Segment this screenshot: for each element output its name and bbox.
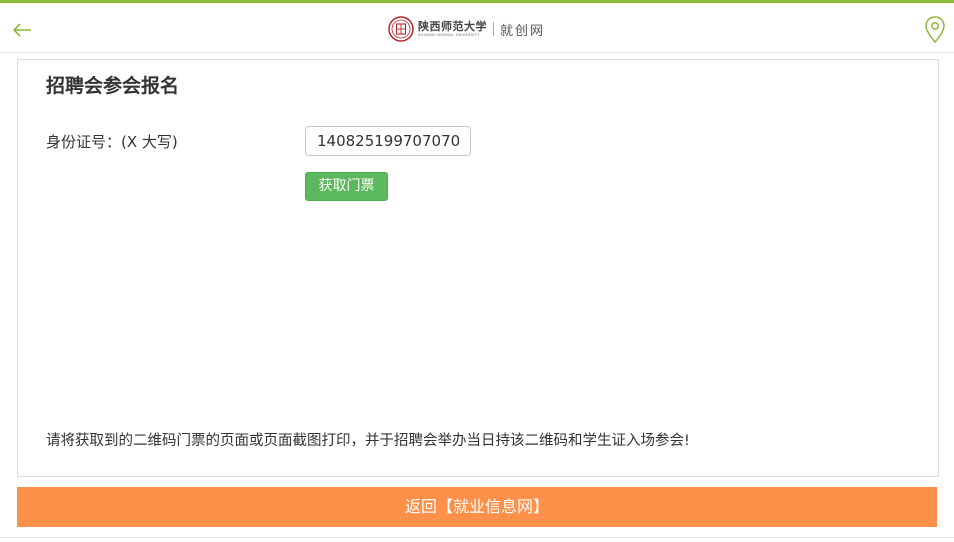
brand-divider bbox=[493, 22, 494, 36]
top-bar: 陕西师范大学 SHAANXI NORMAL UNIVERSITY 就创网 bbox=[0, 0, 954, 53]
site-name: 就创网 bbox=[500, 23, 546, 39]
id-number-input[interactable] bbox=[305, 126, 471, 156]
university-name-en: SHAANXI NORMAL UNIVERSITY bbox=[418, 33, 480, 37]
location-button[interactable] bbox=[924, 15, 946, 45]
get-ticket-button[interactable]: 获取门票 bbox=[305, 172, 388, 201]
bottom-divider bbox=[0, 537, 954, 538]
notice-text: 请将获取到的二维码门票的页面或页面截图打印，并于招聘会举办当日持该二维码和学生证… bbox=[46, 433, 690, 449]
arrow-left-icon bbox=[12, 23, 31, 37]
site-logo[interactable]: 陕西师范大学 SHAANXI NORMAL UNIVERSITY 就创网 bbox=[388, 14, 545, 44]
return-to-job-site-button[interactable]: 返回【就业信息网】 bbox=[17, 487, 937, 527]
university-seal-icon bbox=[388, 16, 414, 42]
page-title: 招聘会参会报名 bbox=[46, 75, 180, 97]
location-pin-icon bbox=[925, 16, 945, 44]
university-name: 陕西师范大学 bbox=[418, 20, 487, 33]
back-button[interactable] bbox=[10, 15, 36, 41]
registration-panel: 招聘会参会报名 身份证号：(X 大写) 获取门票 请将获取到的二维码门票的页面或… bbox=[17, 59, 939, 477]
id-number-label: 身份证号：(X 大写) bbox=[46, 133, 178, 151]
